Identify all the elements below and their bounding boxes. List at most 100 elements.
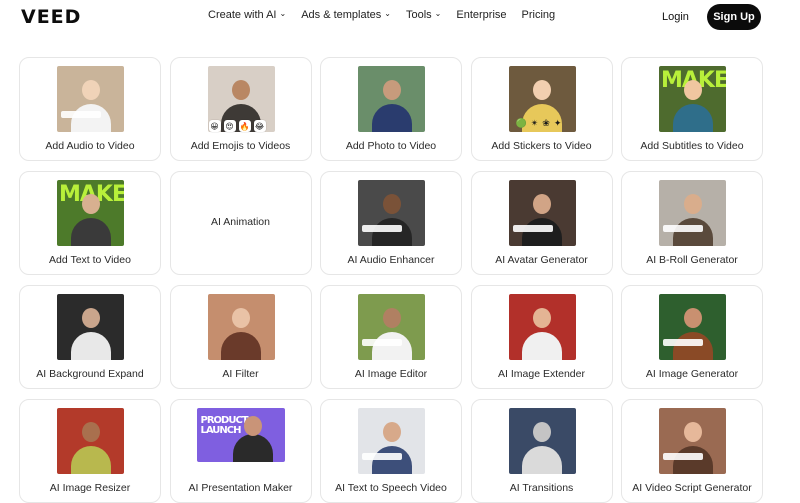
- nav-item-label: Ads & templates: [301, 9, 382, 21]
- tool-card-add-text-to-video[interactable]: MAKE Add Text to Video: [19, 171, 161, 275]
- person-body: [371, 332, 412, 360]
- tool-thumbnail: [358, 66, 425, 132]
- tool-card-ai-transitions[interactable]: AI Transitions: [470, 399, 613, 503]
- emoji-icon: 😍: [223, 120, 236, 132]
- tool-thumbnail: [508, 180, 576, 246]
- ui-overlay-chip: [512, 225, 553, 232]
- person-head: [81, 422, 100, 442]
- person-head: [683, 80, 702, 100]
- tool-card-label: Add Stickers to Video: [491, 140, 592, 152]
- tool-thumbnail: [508, 294, 576, 360]
- person-body: [371, 218, 412, 246]
- tool-card-add-subtitles-to-video[interactable]: MAKE Add Subtitles to Video: [621, 57, 763, 161]
- ui-overlay-chip: [663, 339, 703, 346]
- tool-card-label: AI Video Script Generator: [632, 482, 752, 494]
- ui-overlay-chip: [362, 339, 402, 346]
- person-head: [243, 416, 262, 436]
- tool-card-ai-background-expand[interactable]: AI Background Expand: [19, 285, 161, 389]
- tool-thumbnail: [207, 294, 275, 360]
- person-head: [232, 80, 250, 100]
- tool-thumbnail: [57, 408, 124, 474]
- nav-item-tools[interactable]: Tools ⌄: [406, 9, 441, 21]
- tool-thumbnail: [659, 294, 726, 360]
- emoji-row: 😀 😍 🔥 😂: [208, 120, 266, 132]
- tool-card-label: Add Photo to Video: [345, 140, 437, 152]
- tool-card-label: Add Emojis to Videos: [190, 140, 291, 152]
- person-body: [232, 434, 273, 462]
- tool-card-label: AI Transitions: [509, 482, 574, 494]
- sticker-row: 🟢 ✴ ❀ ✦: [516, 118, 562, 129]
- tool-card-label: AI Text to Speech Video: [335, 482, 447, 494]
- tool-thumbnail: [57, 66, 124, 132]
- tool-card-add-photo-to-video[interactable]: Add Photo to Video: [320, 57, 462, 161]
- tool-card-ai-b-roll-generator[interactable]: AI B-Roll Generator: [621, 171, 763, 275]
- chevron-down-icon: ⌄: [434, 9, 442, 18]
- emoji-icon: 🔥: [238, 120, 251, 132]
- tool-card-add-audio-to-video[interactable]: Add Audio to Video: [19, 57, 161, 161]
- tool-card-ai-video-script-generator[interactable]: AI Video Script Generator: [621, 399, 763, 503]
- tool-thumbnail: [659, 408, 726, 474]
- tool-card-add-stickers-to-video[interactable]: 🟢 ✴ ❀ ✦ Add Stickers to Video: [470, 57, 613, 161]
- tool-card-add-emojis-to-videos[interactable]: 😀 😍 🔥 😂 Add Emojis to Videos: [169, 57, 312, 161]
- person-head: [81, 308, 100, 328]
- tool-card-ai-avatar-generator[interactable]: AI Avatar Generator: [470, 171, 613, 275]
- person-head: [382, 422, 401, 442]
- tool-card-label: AI Avatar Generator: [495, 254, 588, 266]
- nav-item-label: Enterprise: [456, 9, 507, 21]
- tool-card-label: AI Presentation Maker: [188, 482, 293, 494]
- nav-item-pricing[interactable]: Pricing: [522, 9, 556, 21]
- tool-card-ai-text-to-speech-video[interactable]: AI Text to Speech Video: [320, 399, 462, 503]
- chevron-down-icon: ⌄: [279, 9, 287, 18]
- person-head: [683, 308, 702, 328]
- person-body: [672, 446, 713, 474]
- tool-card-ai-image-editor[interactable]: AI Image Editor: [320, 285, 462, 389]
- person-body: [371, 104, 412, 132]
- tool-card-ai-image-resizer[interactable]: AI Image Resizer: [19, 399, 161, 503]
- person-head: [533, 308, 551, 328]
- person-head: [533, 422, 551, 442]
- ui-overlay-chip: [362, 453, 402, 460]
- tool-card-ai-image-extender[interactable]: AI Image Extender: [470, 285, 613, 389]
- veed-logo[interactable]: VEED: [21, 6, 81, 28]
- nav-item-label: Pricing: [521, 9, 556, 21]
- tool-card-ai-audio-enhancer[interactable]: AI Audio Enhancer: [320, 171, 462, 275]
- tool-card-ai-filter[interactable]: AI Filter: [169, 285, 312, 389]
- person-head: [382, 308, 401, 328]
- tool-card-label: AI Image Extender: [498, 368, 585, 380]
- tool-thumbnail: [358, 294, 425, 360]
- person-body: [672, 332, 713, 360]
- ui-overlay-chip: [362, 225, 402, 232]
- tool-thumbnail: [57, 294, 124, 360]
- tool-thumbnail: MAKE: [659, 66, 726, 132]
- sticker-icon: ❀: [542, 118, 550, 128]
- tool-thumbnail: [508, 408, 576, 474]
- person-body: [221, 332, 261, 360]
- person-body: [70, 104, 111, 132]
- emoji-icon: 😂: [253, 120, 266, 132]
- sticker-icon: ✦: [553, 118, 562, 128]
- tool-card-label: AI Audio Enhancer: [347, 254, 435, 266]
- ui-overlay-chip: [663, 453, 703, 460]
- nav-item-ads-templates[interactable]: Ads & templates ⌄: [301, 9, 391, 21]
- tool-card-ai-presentation-maker[interactable]: PRODUCT LAUNCH AI Presentation Maker: [169, 399, 312, 503]
- nav-item-enterprise[interactable]: Enterprise: [456, 9, 506, 21]
- tool-card-label: AI Animation: [211, 216, 270, 228]
- tool-card-ai-image-generator[interactable]: AI Image Generator: [621, 285, 763, 389]
- tool-card-ai-animation[interactable]: AI Animation: [169, 171, 312, 275]
- login-link[interactable]: Login: [662, 11, 689, 23]
- person-head: [683, 422, 702, 442]
- thumbnail-overlay-text: PRODUCT LAUNCH: [200, 415, 249, 436]
- nav-item-create-with-ai[interactable]: Create with AI ⌄: [208, 9, 286, 21]
- signup-button[interactable]: Sign Up: [707, 4, 761, 30]
- tool-thumbnail: [358, 180, 425, 246]
- person-head: [232, 308, 250, 328]
- sticker-icon: 🟢: [515, 118, 527, 128]
- tool-thumbnail: PRODUCT LAUNCH: [196, 408, 285, 462]
- person-head: [382, 194, 401, 214]
- chevron-down-icon: ⌄: [384, 9, 391, 18]
- person-head: [683, 194, 702, 214]
- tool-thumbnail: [358, 408, 425, 474]
- person-head: [81, 194, 100, 214]
- emoji-icon: 😀: [208, 120, 221, 132]
- tool-thumbnail: MAKE: [57, 180, 124, 246]
